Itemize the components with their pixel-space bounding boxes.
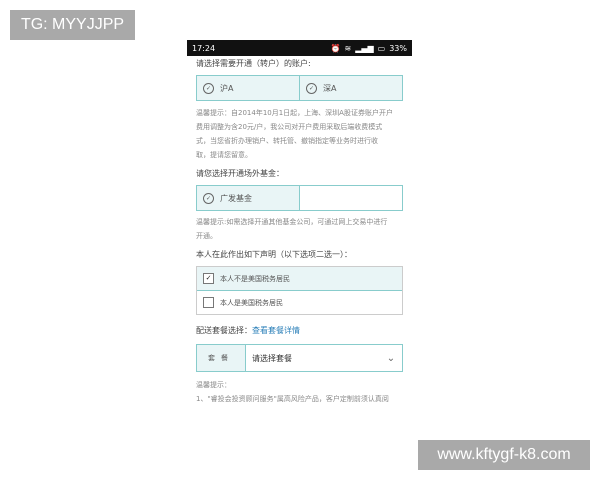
declaration-option-label: 本人是美国税务居民 — [220, 298, 283, 307]
fund-question: 请您选择开通场外基金： — [196, 169, 284, 178]
fund-option-label: 广发基金 — [220, 193, 252, 203]
phone-screen: 17:24 ⏰ ≋ ▂▄▆ ▭ 33% 请选择需要开通（转户）的账户: ✓ 沪A… — [187, 40, 412, 440]
tips-label: 温馨提示： — [196, 381, 231, 389]
battery-percent: 33% — [389, 43, 407, 53]
declaration-options: ✓ 本人不是美国税务居民 本人是美国税务居民 — [196, 266, 403, 315]
signal-icon: ▂▄▆ — [355, 43, 374, 53]
fund-note: 温馨提示:如需选择开通其他基金公司，可通过网上交易中进行 开通。 — [196, 218, 388, 240]
account-note: 温馨提示：自2014年10月1日起，上海、深圳A股证券账户开户 费用调整为含20… — [196, 109, 393, 159]
watermark-bottom-right: www.kftygf-k8.com — [418, 440, 590, 470]
declaration-title: 本人在此作出如下声明（以下选项二选一）： — [196, 250, 352, 259]
status-icons: ⏰ ≋ ▂▄▆ ▭ 33% — [331, 44, 407, 53]
account-option-label: 沪A — [220, 83, 234, 93]
fund-option-guangfa[interactable]: ✓ 广发基金 — [197, 186, 300, 210]
account-option-label: 深A — [323, 83, 337, 93]
status-bar: 17:24 ⏰ ≋ ▂▄▆ ▭ 33% — [187, 40, 412, 56]
status-time: 17:24 — [192, 43, 216, 53]
declaration-option-us[interactable]: 本人是美国税务居民 — [197, 291, 402, 314]
form-content: 请选择需要开通（转户）的账户: ✓ 沪A ✓ 深A 温馨提示：自2014年10月… — [187, 58, 412, 406]
account-option-shanghai[interactable]: ✓ 沪A — [197, 76, 300, 100]
alarm-icon: ⏰ — [330, 43, 341, 53]
check-circle-icon: ✓ — [306, 82, 317, 94]
package-details-link[interactable]: 查看套餐详情 — [252, 326, 300, 335]
chevron-down-icon: ⌄ — [386, 352, 396, 364]
battery-icon: ▭ — [377, 43, 386, 53]
tips-section: 温馨提示： 1、"睿投会投资顾问服务"属高风险产品，客户定制前须认真阅 — [196, 378, 403, 406]
watermark-top-left: TG: MYYJJPP — [10, 10, 135, 40]
account-question: 请选择需要开通（转户）的账户: — [196, 59, 311, 68]
checkbox-checked-icon: ✓ — [203, 273, 214, 284]
package-title-row: 配送套餐选择：查看套餐详情 — [196, 325, 403, 336]
account-option-shenzhen[interactable]: ✓ 深A — [300, 76, 402, 100]
check-circle-icon: ✓ — [203, 192, 214, 204]
declaration-option-not-us[interactable]: ✓ 本人不是美国税务居民 — [197, 267, 402, 291]
checkbox-empty-icon — [203, 297, 214, 308]
check-circle-icon: ✓ — [203, 82, 214, 94]
package-select[interactable]: 套餐 请选择套餐 ⌄ — [196, 344, 403, 372]
fund-options: ✓ 广发基金 — [196, 185, 403, 211]
package-label: 套餐 — [197, 345, 246, 371]
tips-line: 1、"睿投会投资顾问服务"属高风险产品，客户定制前须认真阅 — [196, 395, 389, 403]
package-select-value: 请选择套餐 — [252, 353, 292, 363]
wifi-icon: ≋ — [344, 43, 352, 53]
declaration-option-label: 本人不是美国税务居民 — [220, 274, 290, 283]
account-options: ✓ 沪A ✓ 深A — [196, 75, 403, 101]
fund-option-empty[interactable] — [300, 186, 402, 210]
package-title: 配送套餐选择： — [196, 326, 252, 335]
